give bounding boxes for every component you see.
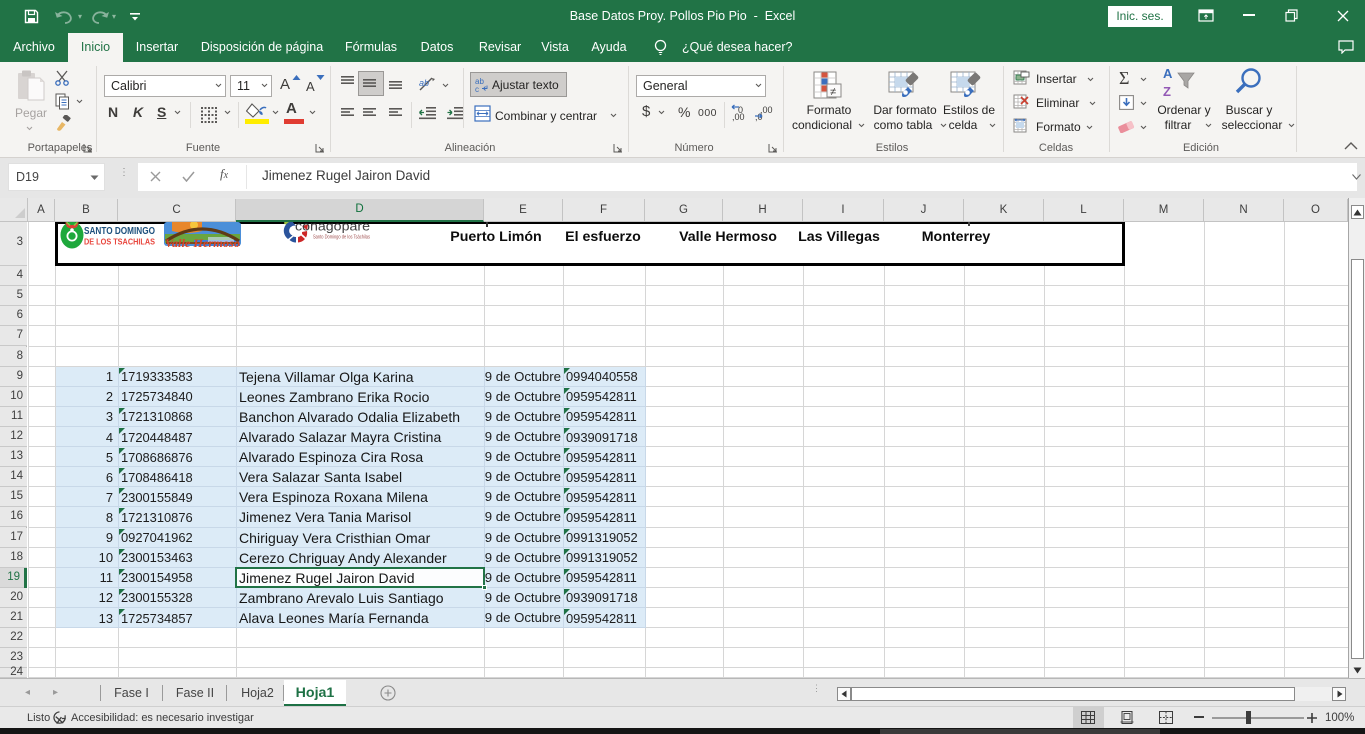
svg-text:,00: ,00 [732, 112, 745, 122]
svg-text:Santo Domingo de los Tsáchilas: Santo Domingo de los Tsáchilas [313, 235, 370, 241]
svg-text:conagopare: conagopare [295, 222, 370, 234]
svg-text:≠: ≠ [830, 86, 836, 98]
svg-text:ab: ab [419, 78, 429, 88]
svg-text:Valle Hermoso: Valle Hermoso [165, 236, 240, 248]
svg-text:c: c [475, 85, 479, 92]
svg-text:SANTO DOMINGO: SANTO DOMINGO [84, 225, 155, 237]
svg-text:DE LOS TSACHILAS: DE LOS TSACHILAS [84, 238, 156, 247]
